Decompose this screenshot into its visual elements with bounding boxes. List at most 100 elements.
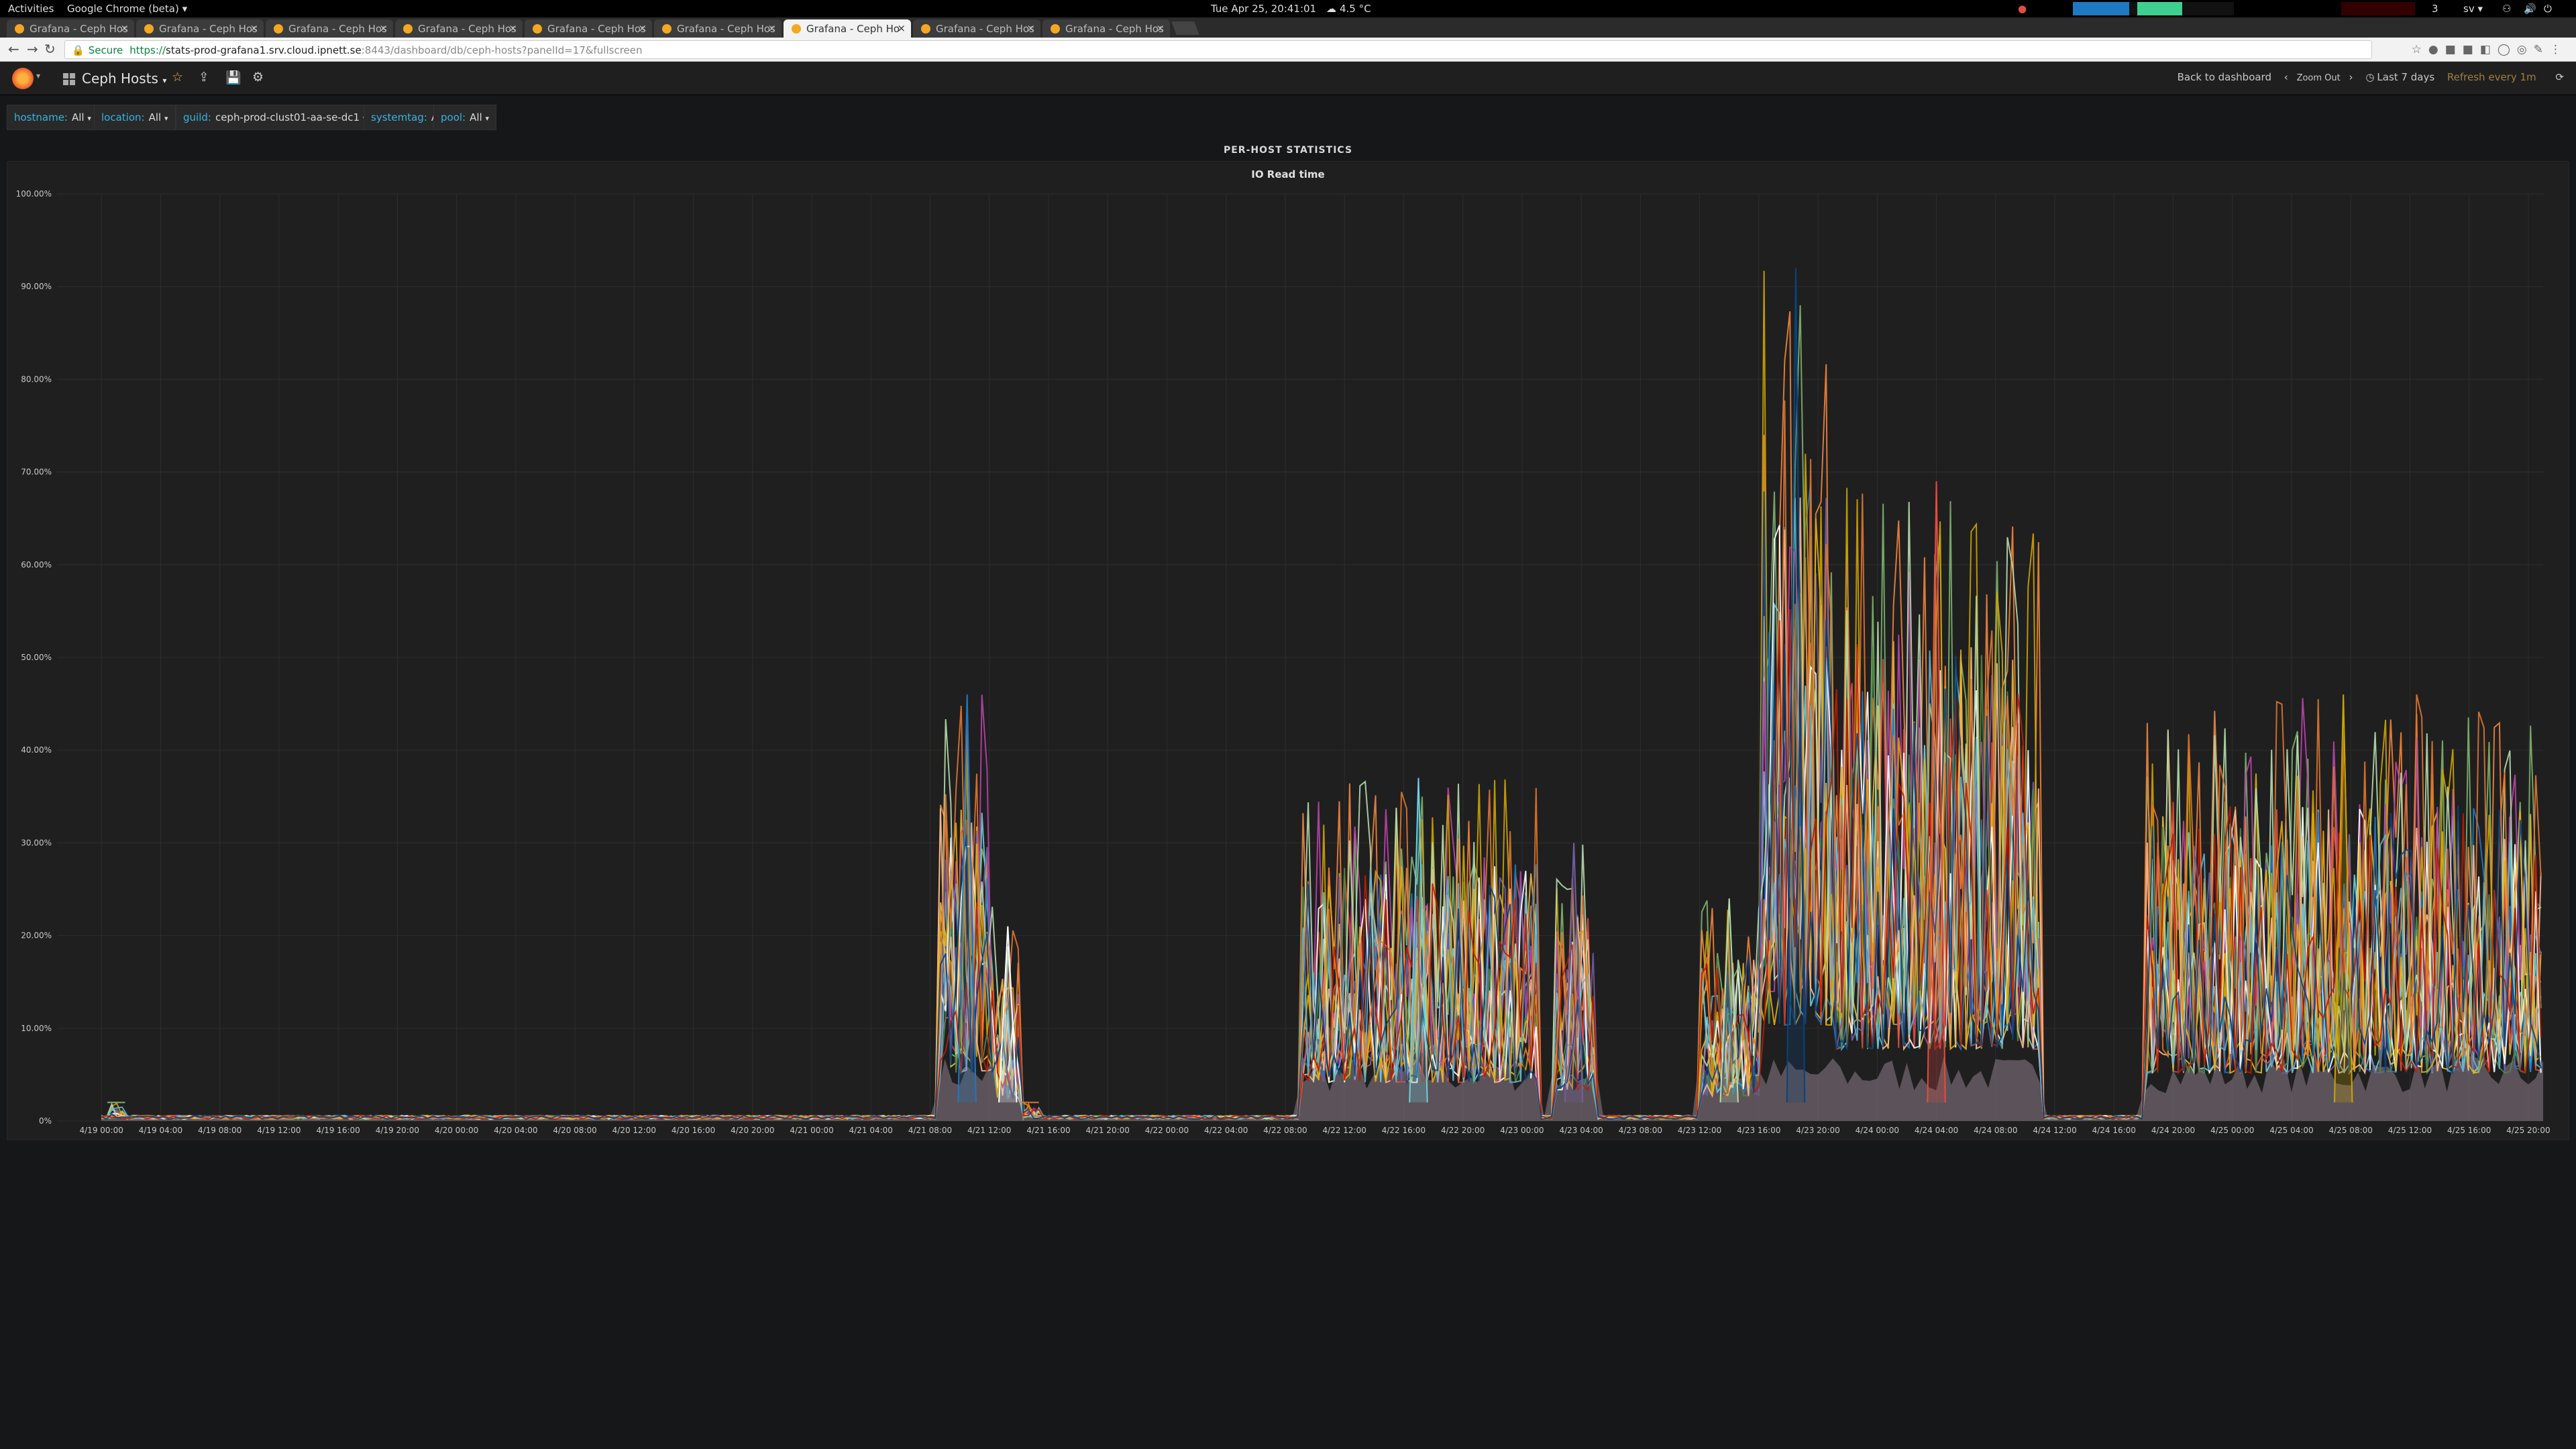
x-tick-label: 4/19 08:00 bbox=[198, 1126, 241, 1135]
x-tick-label: 4/25 04:00 bbox=[2269, 1126, 2313, 1135]
forward-icon[interactable]: → bbox=[27, 41, 38, 57]
x-tick-label: 4/20 12:00 bbox=[612, 1126, 656, 1135]
caret-down-icon[interactable]: ▾ bbox=[36, 71, 40, 80]
x-tick-label: 4/22 16:00 bbox=[1382, 1126, 1426, 1135]
caret-down-icon: ▾ bbox=[164, 114, 168, 123]
tab-title: Grafana - Ceph Hos bbox=[1065, 23, 1164, 35]
activities-button[interactable]: Activities bbox=[8, 3, 54, 15]
refresh-icon[interactable]: ⟳ bbox=[2555, 71, 2564, 83]
new-tab-button[interactable] bbox=[1171, 21, 1199, 35]
y-tick-label: 10.00% bbox=[21, 1024, 52, 1033]
browser-tab[interactable]: Grafana - Ceph Hos × bbox=[266, 19, 393, 38]
browser-toolbar: ← → ↻ 🔒 Secure https://stats-prod-grafana1… bbox=[0, 38, 2576, 62]
close-icon[interactable]: × bbox=[638, 22, 647, 34]
browser-tab[interactable]: Grafana - Ceph Hos × bbox=[136, 19, 264, 38]
time-shift-forward-icon[interactable]: › bbox=[2349, 71, 2353, 83]
power-icon[interactable]: ⏻ bbox=[2544, 3, 2552, 15]
template-variable-pool[interactable]: pool: All ▾ bbox=[433, 105, 497, 130]
reload-icon[interactable]: ↻ bbox=[44, 41, 56, 57]
tab-title: Grafana - Ceph Hos bbox=[547, 23, 646, 35]
network-icon[interactable]: ⚇ bbox=[2502, 3, 2511, 15]
zoom-out-button[interactable]: Zoom Out bbox=[2297, 73, 2341, 83]
close-icon[interactable]: × bbox=[1156, 22, 1165, 34]
browser-tab[interactable]: Grafana - Ceph Hos × bbox=[913, 19, 1040, 38]
share-icon[interactable]: ⇪ bbox=[199, 70, 209, 85]
variable-value[interactable]: All bbox=[149, 111, 162, 123]
grafana-logo-icon[interactable] bbox=[12, 68, 34, 89]
save-icon[interactable]: 💾 bbox=[225, 70, 241, 85]
time-shift-back-icon[interactable]: ‹ bbox=[2284, 71, 2288, 83]
variable-value[interactable]: All bbox=[470, 111, 482, 123]
grafana-navbar: ▾ Ceph Hosts ▾ ☆ ⇪ 💾 ⚙ Back to dashboard… bbox=[0, 62, 2576, 95]
browser-tab[interactable]: Grafana - Ceph Hos × bbox=[395, 19, 523, 38]
x-tick-label: 4/20 08:00 bbox=[553, 1126, 596, 1135]
caret-down-icon: ▾ bbox=[87, 114, 91, 123]
back-icon[interactable]: ← bbox=[8, 41, 19, 57]
y-tick-label: 100.00% bbox=[16, 189, 52, 199]
y-tick-label: 20.00% bbox=[21, 931, 52, 941]
gear-icon[interactable]: ⚙ bbox=[252, 70, 264, 85]
browser-tab[interactable]: Grafana - Ceph Ho × bbox=[784, 19, 911, 38]
y-tick-label: 0% bbox=[39, 1116, 52, 1126]
y-tick-label: 90.00% bbox=[21, 282, 52, 291]
browser-tab-strip: Grafana - Ceph Hos × Grafana - Ceph Hos × Gr… bbox=[0, 17, 2576, 38]
close-icon[interactable]: × bbox=[767, 22, 776, 34]
close-icon[interactable]: × bbox=[250, 22, 258, 34]
workspace-indicator[interactable]: 3 bbox=[2432, 3, 2438, 15]
grafana-favicon-icon bbox=[403, 24, 413, 34]
volume-icon[interactable]: 🔊 bbox=[2524, 3, 2536, 15]
close-icon[interactable]: × bbox=[897, 22, 906, 34]
address-bar[interactable]: 🔒 Secure https://stats-prod-grafana1.srv.c… bbox=[64, 40, 2372, 59]
grafana-favicon-icon bbox=[274, 24, 283, 34]
tab-title: Grafana - Ceph Hos bbox=[30, 23, 128, 35]
template-variable-location[interactable]: location: All ▾ bbox=[94, 105, 176, 130]
grafana-favicon-icon bbox=[15, 24, 24, 34]
io-read-time-chart[interactable]: 0% 10.00% 20.00% 30.00% 40.00% 50.00% 60.00% 70… bbox=[7, 162, 2570, 1141]
refresh-interval[interactable]: Refresh every 1m bbox=[2447, 71, 2536, 83]
template-variable-guild[interactable]: guild:ceph-prod-clust01-aa-se-dc1 ▾ bbox=[176, 105, 374, 130]
lock-icon: 🔒 bbox=[72, 44, 85, 56]
x-tick-label: 4/20 04:00 bbox=[494, 1126, 537, 1135]
grafana-favicon-icon bbox=[921, 24, 930, 34]
close-icon[interactable]: × bbox=[379, 22, 388, 34]
star-icon[interactable]: ☆ bbox=[172, 70, 183, 85]
variable-value[interactable]: All bbox=[72, 111, 85, 123]
tab-title: Grafana - Ceph Hos bbox=[159, 23, 258, 35]
x-tick-label: 4/24 20:00 bbox=[2151, 1126, 2195, 1135]
row-title[interactable]: PER-HOST STATISTICS bbox=[0, 145, 2576, 156]
clock[interactable]: Tue Apr 25, 20:41:01 bbox=[1211, 3, 1316, 15]
tab-title: Grafana - Ceph Hos bbox=[288, 23, 387, 35]
dashboard-title[interactable]: Ceph Hosts ▾ bbox=[63, 70, 166, 87]
browser-tab[interactable]: Grafana - Ceph Hos × bbox=[7, 19, 134, 38]
browser-tab[interactable]: Grafana - Ceph Hos × bbox=[525, 19, 652, 38]
x-tick-label: 4/22 12:00 bbox=[1323, 1126, 1366, 1135]
x-tick-label: 4/19 04:00 bbox=[139, 1126, 182, 1135]
browser-tab[interactable]: Grafana - Ceph Hos × bbox=[654, 19, 782, 38]
x-tick-label: 4/22 04:00 bbox=[1204, 1126, 1248, 1135]
y-tick-label: 60.00% bbox=[21, 560, 52, 570]
weather-icon: ☁ bbox=[1326, 3, 1336, 15]
x-tick-label: 4/24 00:00 bbox=[1856, 1126, 1899, 1135]
language-indicator[interactable]: sv ▾ bbox=[2463, 3, 2483, 15]
variable-label: hostname: bbox=[14, 111, 68, 123]
thermal-graph bbox=[2341, 2, 2415, 15]
close-icon[interactable]: × bbox=[1026, 22, 1035, 34]
browser-tab[interactable]: Grafana - Ceph Hos × bbox=[1042, 19, 1170, 38]
x-tick-label: 4/23 20:00 bbox=[1796, 1126, 1839, 1135]
x-tick-label: 4/23 08:00 bbox=[1619, 1126, 1662, 1135]
variable-label: systemtag: bbox=[371, 111, 427, 123]
x-tick-label: 4/19 12:00 bbox=[257, 1126, 301, 1135]
close-icon[interactable]: × bbox=[120, 22, 129, 34]
back-to-dashboard-button[interactable]: Back to dashboard bbox=[2178, 71, 2271, 83]
dashboard-grid-icon bbox=[63, 73, 75, 85]
close-icon[interactable]: × bbox=[508, 22, 517, 34]
variable-value[interactable]: ceph-prod-clust01-aa-se-dc1 bbox=[215, 111, 360, 123]
template-variable-hostname[interactable]: hostname: All ▾ bbox=[7, 105, 99, 130]
x-tick-label: 4/24 04:00 bbox=[1915, 1126, 1958, 1135]
extension-icons[interactable]: ☆●■■◧◯◎✎⋮ bbox=[2412, 43, 2568, 56]
graph-panel[interactable]: IO Read time 0% 10.00% 20.00% 30.00% 40.00% 5… bbox=[7, 161, 2569, 1140]
app-menu[interactable]: Google Chrome (beta) ▾ bbox=[67, 3, 187, 15]
time-range-picker[interactable]: Last 7 days bbox=[2377, 71, 2434, 83]
url-scheme: https:// bbox=[129, 44, 166, 56]
grafana-favicon-icon bbox=[533, 24, 542, 34]
